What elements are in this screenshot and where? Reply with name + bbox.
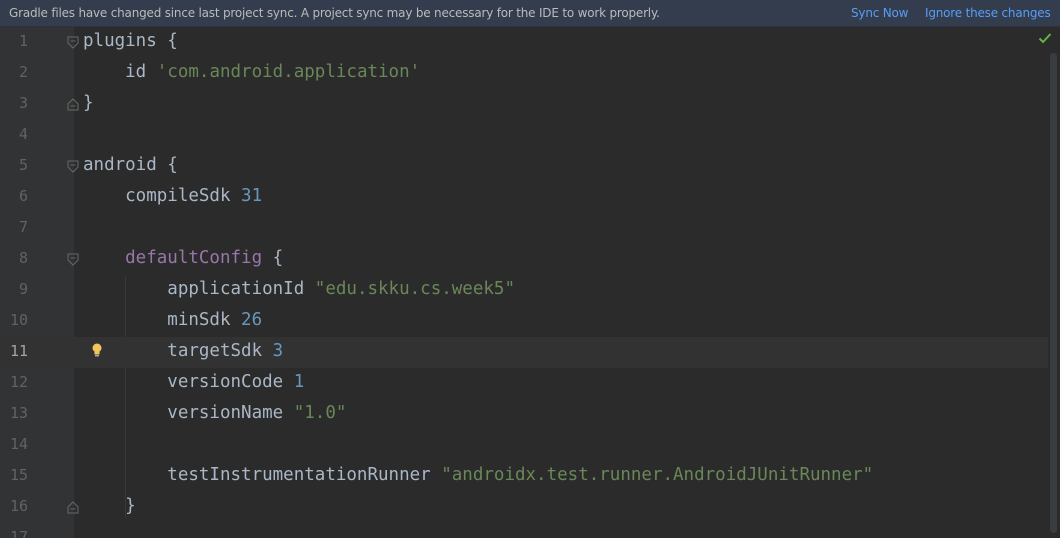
line-number: 5 (18, 156, 28, 174)
code-text: android { (83, 155, 178, 175)
code-text: targetSdk 3 (83, 341, 284, 361)
fold-collapse-icon[interactable] (67, 36, 79, 49)
code-text: versionName "1.0" (83, 403, 347, 423)
code-line[interactable]: 12 versionCode 1 (0, 368, 1048, 399)
code-line[interactable]: 2 id 'com.android.application' (0, 58, 1048, 89)
line-number: 17 (9, 528, 28, 538)
line-number: 13 (9, 404, 28, 422)
line-number: 3 (18, 94, 28, 112)
code-line[interactable]: 14 (0, 430, 1048, 461)
line-number: 9 (18, 280, 28, 298)
check-icon (1038, 33, 1052, 44)
code-line[interactable]: 15 testInstrumentationRunner "androidx.t… (0, 461, 1048, 492)
code-line[interactable]: 3 } (0, 89, 1048, 120)
gradle-sync-banner: Gradle files have changed since last pro… (0, 0, 1060, 27)
vertical-scrollbar[interactable] (1038, 27, 1060, 538)
line-number: 11 (9, 342, 28, 360)
code-text: minSdk 26 (83, 310, 263, 330)
fold-end-icon[interactable] (67, 98, 79, 111)
code-text: plugins { (83, 31, 178, 51)
scrollbar-thumb[interactable] (1050, 53, 1057, 533)
code-text: versionCode 1 (83, 372, 305, 392)
line-number: 16 (9, 497, 28, 515)
code-line[interactable]: 17 (0, 523, 1048, 538)
code-line-current[interactable]: 11 targetSdk 3 (0, 337, 1048, 368)
code-text: defaultConfig { (83, 248, 284, 268)
banner-message: Gradle files have changed since last pro… (9, 6, 660, 20)
code-line[interactable]: 6 compileSdk 31 (0, 182, 1048, 213)
code-line[interactable]: 9 applicationId "edu.skku.cs.week5" (0, 275, 1048, 306)
fold-collapse-icon[interactable] (67, 160, 79, 173)
line-number: 4 (18, 125, 28, 143)
code-text: } (83, 93, 94, 113)
code-text: applicationId "edu.skku.cs.week5" (83, 279, 515, 299)
line-number: 7 (18, 218, 28, 236)
code-line[interactable]: 4 (0, 120, 1048, 151)
code-line[interactable]: 13 versionName "1.0" (0, 399, 1048, 430)
code-line[interactable]: 10 minSdk 26 (0, 306, 1048, 337)
line-number: 15 (9, 466, 28, 484)
code-line[interactable]: 16 } (0, 492, 1048, 523)
code-text: } (83, 496, 136, 516)
fold-collapse-icon[interactable] (67, 253, 79, 266)
code-line[interactable]: 8 defaultConfig { (0, 244, 1048, 275)
line-number: 14 (9, 435, 28, 453)
code-text: compileSdk 31 (83, 186, 263, 206)
line-number: 1 (18, 32, 28, 50)
line-number: 2 (18, 63, 28, 81)
line-number: 10 (9, 311, 28, 329)
line-number: 8 (18, 249, 28, 267)
line-number: 6 (18, 187, 28, 205)
code-text: testInstrumentationRunner "androidx.test… (83, 465, 874, 485)
sync-now-link[interactable]: Sync Now (851, 6, 908, 20)
code-editor[interactable]: 1 plugins { 2 id 'com.android.applicatio… (0, 27, 1060, 538)
code-line[interactable]: 1 plugins { (0, 27, 1048, 58)
code-text: id 'com.android.application' (83, 62, 421, 82)
ignore-changes-link[interactable]: Ignore these changes (925, 6, 1051, 20)
ide-window: Gradle files have changed since last pro… (0, 0, 1060, 538)
line-number: 12 (9, 373, 28, 391)
code-line[interactable]: 7 (0, 213, 1048, 244)
code-line[interactable]: 5 android { (0, 151, 1048, 182)
fold-end-icon[interactable] (67, 501, 79, 514)
